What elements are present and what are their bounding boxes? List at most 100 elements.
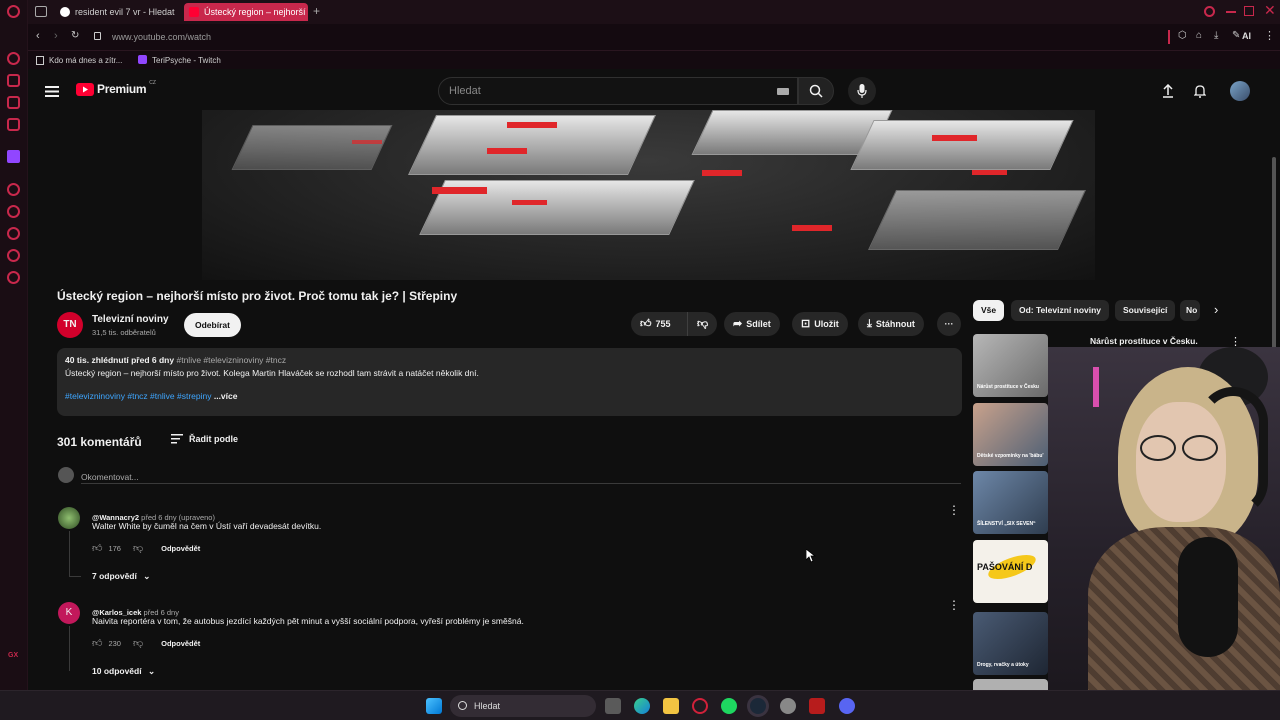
opera-logo-icon[interactable] bbox=[7, 5, 20, 18]
sidebar-send-icon[interactable] bbox=[7, 249, 20, 262]
bookmark-item[interactable]: Kdo má dnes a zítr... bbox=[49, 56, 122, 65]
page-scrollbar[interactable] bbox=[1272, 157, 1276, 357]
channel-name[interactable]: Televizní noviny bbox=[92, 314, 169, 325]
voice-search-button[interactable] bbox=[848, 77, 876, 105]
video-description[interactable]: 40 tis. zhlédnutí před 6 dny #tnlive #te… bbox=[57, 348, 962, 416]
like-button[interactable]: 👍︎ 755 bbox=[631, 312, 687, 336]
sidebar-player-icon[interactable] bbox=[7, 183, 20, 196]
video-player[interactable] bbox=[202, 110, 1095, 280]
new-tab-button[interactable]: + bbox=[313, 4, 320, 18]
comment-avatar[interactable] bbox=[58, 507, 80, 529]
thumbs-up-icon[interactable]: 👍︎ bbox=[92, 542, 102, 554]
share-button[interactable]: ➦ Sdílet bbox=[724, 312, 780, 336]
youtube-logo[interactable]: Premium CZ bbox=[76, 80, 156, 96]
sidebar-messenger-icon[interactable] bbox=[7, 96, 20, 109]
download-button[interactable]: ⤓ Stáhnout bbox=[858, 312, 924, 336]
tab-resident-evil[interactable]: resident evil 7 vr - Hledat bbox=[55, 3, 178, 21]
ai-button[interactable]: AI bbox=[1242, 31, 1251, 41]
thumbs-down-icon: 👎︎ bbox=[697, 318, 709, 330]
steam-icon[interactable] bbox=[750, 698, 766, 714]
discord-icon[interactable] bbox=[839, 698, 855, 714]
download-icon[interactable]: ⤓ bbox=[1214, 30, 1218, 41]
glasses-image bbox=[1140, 435, 1176, 461]
close-window-icon[interactable]: ✕ bbox=[1264, 2, 1276, 19]
back-icon[interactable]: ‹ bbox=[36, 30, 40, 42]
description-text: Ústecký region – nejhorší místo pro živo… bbox=[65, 368, 479, 378]
hamburger-menu-icon[interactable] bbox=[40, 79, 64, 103]
sort-comments-button[interactable]: Řadit podle bbox=[171, 434, 238, 444]
gx-icon[interactable]: GX bbox=[8, 652, 18, 659]
recommendation-title[interactable]: Nárůst prostituce v Česku. bbox=[1090, 336, 1198, 346]
extensions-icon[interactable]: ⬡ bbox=[1178, 30, 1187, 41]
comment-menu-icon[interactable]: ⋮ bbox=[948, 598, 960, 612]
subscribe-button[interactable]: Odebírat bbox=[184, 313, 241, 337]
sidebar-workspaces-icon[interactable] bbox=[7, 74, 20, 87]
sidebar-instagram-icon[interactable] bbox=[7, 118, 20, 131]
sidebar-aria-icon[interactable] bbox=[7, 52, 20, 65]
reply-button[interactable]: Odpovědět bbox=[161, 544, 200, 553]
windows-start-icon[interactable] bbox=[426, 698, 442, 714]
channel-avatar[interactable]: TN bbox=[57, 312, 83, 338]
minimize-icon[interactable] bbox=[1226, 11, 1236, 13]
task-view-icon[interactable] bbox=[605, 698, 621, 714]
tab-youtube-active[interactable]: Ústecký region – nejhorší m bbox=[184, 3, 308, 21]
recommendation-thumbnail[interactable]: Nárůst prostituce v Česku bbox=[973, 334, 1048, 397]
share-icon: ➦ bbox=[733, 318, 743, 330]
forward-icon[interactable]: › bbox=[54, 30, 58, 42]
recommendation-thumbnail[interactable]: Dětské vzpomínky na 'bábu' bbox=[973, 403, 1048, 466]
chip-from-channel[interactable]: Od: Televizní noviny bbox=[1011, 300, 1110, 321]
sidebar-history-icon[interactable] bbox=[7, 227, 20, 240]
reply-button[interactable]: Odpovědět bbox=[161, 639, 200, 648]
add-comment-input[interactable]: Okomentovat... bbox=[81, 467, 961, 484]
file-explorer-icon[interactable] bbox=[663, 698, 679, 714]
edge-icon[interactable] bbox=[634, 698, 650, 714]
more-actions-button[interactable]: ··· bbox=[937, 312, 961, 336]
upload-icon[interactable] bbox=[1156, 79, 1180, 103]
browser-menu-icon[interactable]: ⋮ bbox=[1264, 29, 1275, 42]
tab-overview-icon[interactable] bbox=[35, 6, 47, 17]
streaming-app-icon[interactable] bbox=[809, 698, 825, 714]
recommendation-thumbnail[interactable] bbox=[973, 679, 1048, 690]
add-comment-placeholder: Okomentovat... bbox=[81, 472, 139, 482]
wallet-icon[interactable]: ⌂ bbox=[1196, 30, 1202, 41]
sidebar-settings-icon[interactable] bbox=[7, 271, 20, 284]
recommendation-thumbnail[interactable]: PAŠOVÁNÍ D bbox=[973, 540, 1048, 603]
chip-new[interactable]: No bbox=[1180, 300, 1200, 321]
chip-all[interactable]: Vše bbox=[973, 300, 1005, 321]
show-replies-button[interactable]: 7 odpovědí ⌄ bbox=[92, 571, 150, 582]
comment-avatar[interactable]: K bbox=[58, 602, 80, 624]
reload-icon[interactable]: ↻ bbox=[71, 30, 79, 41]
dislike-button[interactable]: 👎︎ bbox=[687, 312, 717, 336]
app-icon[interactable] bbox=[780, 698, 796, 714]
show-replies-button[interactable]: 10 odpovědí ⌄ bbox=[92, 666, 155, 677]
maximize-icon[interactable] bbox=[1244, 6, 1254, 16]
keyboard-icon[interactable] bbox=[777, 88, 789, 95]
sidebar-twitch-icon[interactable] bbox=[7, 150, 20, 163]
description-hashtags[interactable]: #televizninoviny #tncz #tnlive #strepiny bbox=[65, 391, 211, 401]
thumbs-up-icon[interactable]: 👍︎ bbox=[92, 637, 102, 649]
opera-gx-icon[interactable] bbox=[692, 698, 708, 714]
recommendation-thumbnail[interactable]: ŠÍLENSTVÍ „SIX SEVEN“ bbox=[973, 471, 1048, 534]
comment-text: Walter White by čuměl na čem v Ústí vaří… bbox=[92, 521, 322, 531]
chevron-right-icon[interactable]: › bbox=[1214, 302, 1218, 317]
thumbs-down-icon[interactable]: 👎︎ bbox=[133, 542, 143, 554]
comment-actions: 👍︎ 230 👎︎ Odpovědět bbox=[92, 637, 200, 649]
taskbar-search[interactable]: Hledat bbox=[450, 695, 596, 717]
spotify-icon[interactable] bbox=[721, 698, 737, 714]
search-input[interactable]: Hledat bbox=[438, 77, 798, 105]
user-avatar[interactable] bbox=[1230, 81, 1250, 101]
notifications-bell-icon[interactable] bbox=[1188, 79, 1212, 103]
search-tabs-icon[interactable] bbox=[1204, 6, 1215, 17]
sidebar-heart-icon[interactable] bbox=[7, 205, 20, 218]
search-button[interactable] bbox=[798, 77, 834, 105]
description-more-link[interactable]: ...více bbox=[214, 391, 238, 401]
comment-menu-icon[interactable]: ⋮ bbox=[948, 503, 960, 517]
bookmark-item[interactable]: TeriPsyche - Twitch bbox=[152, 56, 221, 65]
url-field[interactable]: www.youtube.com/watch bbox=[112, 32, 211, 42]
chip-related[interactable]: Související bbox=[1115, 300, 1176, 321]
snapshot-icon[interactable]: ✎ bbox=[1232, 30, 1240, 41]
save-button[interactable]: ⊡ Uložit bbox=[792, 312, 848, 336]
thumbs-down-icon[interactable]: 👎︎ bbox=[133, 637, 143, 649]
download-label: Stáhnout bbox=[875, 319, 915, 329]
recommendation-thumbnail[interactable]: Drogy, rvačky a útoky bbox=[973, 612, 1048, 675]
